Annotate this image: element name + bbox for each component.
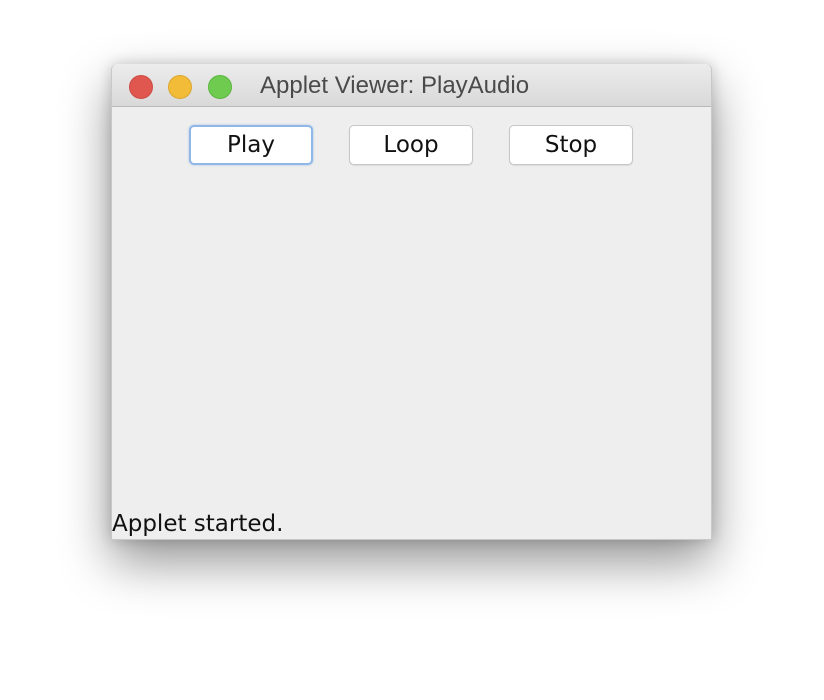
window-titlebar[interactable]: Applet Viewer: PlayAudio [112,64,711,107]
stop-button[interactable]: Stop [509,125,633,165]
play-button[interactable]: Play [189,125,313,165]
zoom-icon[interactable] [208,75,232,99]
applet-viewer-window: Applet Viewer: PlayAudio Play Loop Stop … [111,64,712,540]
close-icon[interactable] [129,75,153,99]
desktop: Applet Viewer: PlayAudio Play Loop Stop … [0,0,824,700]
minimize-icon[interactable] [168,75,192,99]
window-title: Applet Viewer: PlayAudio [260,72,530,99]
loop-button[interactable]: Loop [349,125,473,165]
status-text: Applet started. [112,511,284,537]
